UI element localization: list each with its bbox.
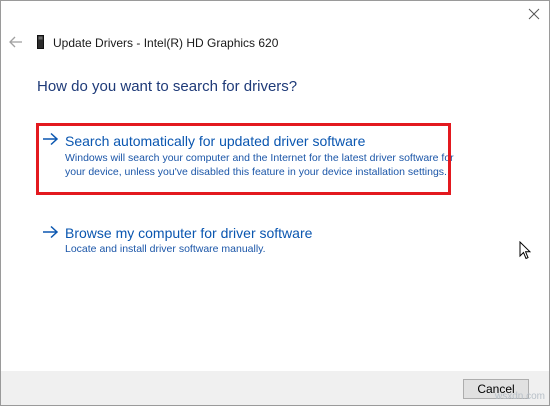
option-title: Search automatically for updated driver … bbox=[65, 133, 366, 149]
back-arrow-icon[interactable] bbox=[7, 33, 25, 51]
page-heading: How do you want to search for drivers? bbox=[37, 78, 298, 95]
search-automatically-option[interactable]: Search automatically for updated driver … bbox=[36, 123, 456, 197]
window-title: Update Drivers - Intel(R) HD Graphics 62… bbox=[53, 36, 279, 50]
watermark: wsxdn.com bbox=[494, 391, 545, 402]
option-description: Locate and install driver software manua… bbox=[65, 243, 266, 255]
close-icon[interactable] bbox=[527, 7, 541, 21]
device-icon bbox=[37, 35, 44, 49]
arrow-right-icon bbox=[43, 225, 59, 239]
option-description: Windows will search your computer and th… bbox=[65, 152, 454, 178]
dialog-footer: Cancel bbox=[1, 371, 549, 405]
mouse-cursor-icon bbox=[519, 241, 531, 260]
browse-computer-option[interactable]: Browse my computer for driver software L… bbox=[36, 223, 456, 259]
arrow-right-icon bbox=[43, 132, 59, 146]
update-drivers-window: Update Drivers - Intel(R) HD Graphics 62… bbox=[0, 0, 550, 406]
option-title: Browse my computer for driver software bbox=[65, 225, 313, 241]
title-bar bbox=[1, 1, 549, 31]
